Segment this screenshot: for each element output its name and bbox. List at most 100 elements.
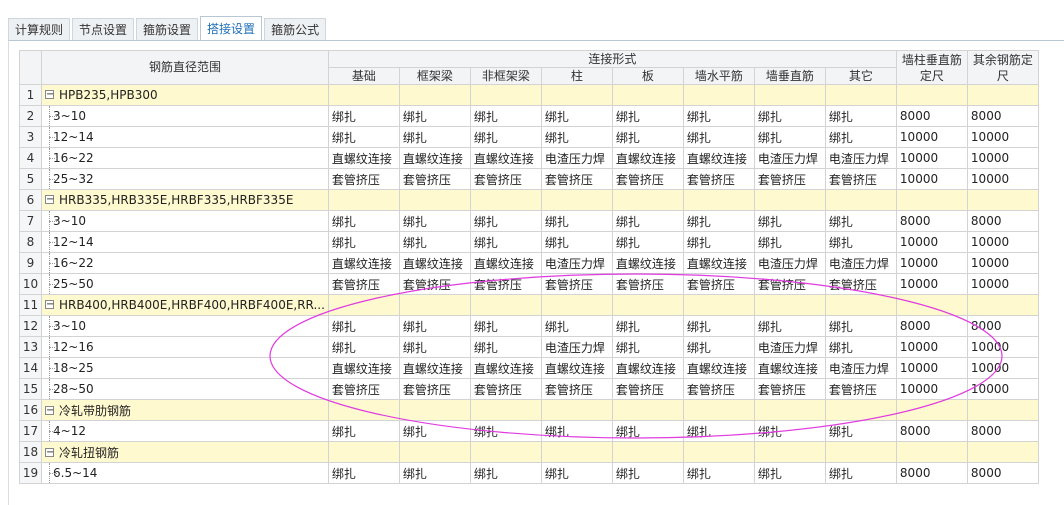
table-row[interactable]: 5 25~32 套管挤压 套管挤压 套管挤压 套管挤压 套管挤压 套管挤压 套管挤压 套管挤压 10… [19, 168, 1039, 190]
connection-cell[interactable]: 直螺纹连接 [469, 147, 542, 169]
connection-cell[interactable]: 套管挤压 [611, 168, 684, 190]
connection-cell[interactable]: 套管挤压 [327, 168, 400, 190]
connection-cell[interactable] [611, 84, 684, 106]
diameter-range-cell[interactable]: 16~22 [41, 147, 329, 169]
group-row[interactable]: 18− 冷轧扭钢筋 [19, 441, 1039, 463]
connection-cell[interactable]: 绑扎 [682, 105, 755, 127]
length-cell[interactable]: 10000 [966, 168, 1039, 190]
length-cell[interactable]: 10000 [966, 147, 1039, 169]
tab-4[interactable]: 箍筋公式 [264, 18, 327, 40]
connection-cell[interactable]: 绑扎 [753, 126, 826, 148]
length-cell[interactable] [966, 294, 1039, 316]
connection-cell[interactable] [753, 441, 826, 463]
length-cell[interactable]: 8000 [966, 420, 1039, 442]
length-cell[interactable]: 10000 [895, 168, 968, 190]
connection-cell[interactable]: 绑扎 [682, 336, 755, 358]
connection-cell[interactable]: 绑扎 [540, 462, 613, 484]
connection-cell[interactable] [540, 294, 613, 316]
connection-cell[interactable]: 直螺纹连接 [682, 147, 755, 169]
table-row[interactable]: 3 12~14 绑扎 绑扎 绑扎 绑扎 绑扎 绑扎 绑扎 绑扎 10000 10000 [19, 126, 1039, 148]
collapse-icon[interactable]: − [45, 90, 54, 100]
connection-cell[interactable]: 绑扎 [327, 105, 400, 127]
connection-cell[interactable]: 绑扎 [824, 231, 897, 253]
connection-cell[interactable]: 绑扎 [753, 420, 826, 442]
connection-cell[interactable]: 绑扎 [824, 420, 897, 442]
connection-cell[interactable]: 绑扎 [327, 315, 400, 337]
connection-cell[interactable]: 绑扎 [753, 231, 826, 253]
connection-cell[interactable]: 套管挤压 [540, 168, 613, 190]
tab-2[interactable]: 箍筋设置 [136, 18, 199, 40]
length-cell[interactable]: 10000 [966, 252, 1039, 274]
group-name-cell[interactable]: − HPB235,HPB300 [41, 84, 329, 106]
connection-cell[interactable]: 电渣压力焊 [753, 336, 826, 358]
connection-cell[interactable]: 套管挤压 [540, 378, 613, 400]
connection-cell[interactable] [824, 441, 897, 463]
connection-cell[interactable]: 套管挤压 [753, 378, 826, 400]
diameter-range-cell[interactable]: 28~50 [41, 378, 329, 400]
length-cell[interactable]: 8000 [895, 315, 968, 337]
length-cell[interactable]: 10000 [966, 273, 1039, 295]
length-cell[interactable] [966, 441, 1039, 463]
connection-cell[interactable]: 直螺纹连接 [611, 357, 684, 379]
length-cell[interactable]: 10000 [966, 378, 1039, 400]
connection-cell[interactable] [824, 294, 897, 316]
connection-cell[interactable]: 套管挤压 [753, 168, 826, 190]
length-cell[interactable]: 10000 [895, 273, 968, 295]
connection-cell[interactable]: 电渣压力焊 [824, 147, 897, 169]
connection-cell[interactable]: 直螺纹连接 [682, 252, 755, 274]
connection-cell[interactable]: 套管挤压 [469, 168, 542, 190]
table-row[interactable]: 12 3~10 绑扎 绑扎 绑扎 绑扎 绑扎 绑扎 绑扎 绑扎 8000 8000 [19, 315, 1039, 337]
connection-cell[interactable]: 绑扎 [469, 231, 542, 253]
connection-cell[interactable]: 绑扎 [327, 420, 400, 442]
connection-cell[interactable]: 绑扎 [753, 315, 826, 337]
connection-cell[interactable]: 套管挤压 [611, 273, 684, 295]
collapse-icon[interactable]: − [45, 447, 54, 457]
connection-cell[interactable]: 绑扎 [611, 126, 684, 148]
connection-cell[interactable]: 绑扎 [682, 420, 755, 442]
connection-cell[interactable]: 套管挤压 [824, 168, 897, 190]
tab-1[interactable]: 节点设置 [72, 18, 135, 40]
connection-cell[interactable]: 绑扎 [469, 336, 542, 358]
table-row[interactable]: 2 3~10 绑扎 绑扎 绑扎 绑扎 绑扎 绑扎 绑扎 绑扎 8000 8000 [19, 105, 1039, 127]
table-row[interactable]: 15 28~50 套管挤压 套管挤压 套管挤压 套管挤压 套管挤压 套管挤压 套管挤压 套管挤压 1… [19, 378, 1039, 400]
connection-cell[interactable] [469, 189, 542, 211]
table-row[interactable]: 7 3~10 绑扎 绑扎 绑扎 绑扎 绑扎 绑扎 绑扎 绑扎 8000 8000 [19, 210, 1039, 232]
connection-cell[interactable]: 套管挤压 [824, 273, 897, 295]
connection-cell[interactable]: 绑扎 [327, 231, 400, 253]
group-row[interactable]: 11− HRB400,HRB400E,HRBF400,HRBF400E,RR... [19, 294, 1039, 316]
connection-cell[interactable]: 绑扎 [540, 210, 613, 232]
table-row[interactable]: 19 6.5~14 绑扎 绑扎 绑扎 绑扎 绑扎 绑扎 绑扎 绑扎 8000 8000 [19, 462, 1039, 484]
connection-cell[interactable]: 直螺纹连接 [469, 252, 542, 274]
connection-cell[interactable]: 套管挤压 [682, 273, 755, 295]
table-row[interactable]: 9 16~22 直螺纹连接 直螺纹连接 直螺纹连接 电渣压力焊 直螺纹连接 直螺纹连接 电渣压力… [19, 252, 1039, 274]
connection-cell[interactable]: 绑扎 [824, 126, 897, 148]
connection-cell[interactable]: 直螺纹连接 [398, 252, 471, 274]
diameter-range-cell[interactable]: 25~50 [41, 273, 329, 295]
diameter-range-cell[interactable]: 16~22 [41, 252, 329, 274]
connection-cell[interactable] [540, 441, 613, 463]
connection-cell[interactable]: 套管挤压 [753, 273, 826, 295]
length-cell[interactable] [966, 84, 1039, 106]
connection-cell[interactable]: 绑扎 [682, 315, 755, 337]
connection-cell[interactable]: 绑扎 [398, 315, 471, 337]
connection-cell[interactable] [540, 84, 613, 106]
length-cell[interactable]: 8000 [895, 105, 968, 127]
connection-cell[interactable]: 绑扎 [611, 105, 684, 127]
connection-cell[interactable] [398, 189, 471, 211]
table-row[interactable]: 13 12~16 绑扎 绑扎 绑扎 电渣压力焊 绑扎 绑扎 电渣压力焊 绑扎 10000 10000 [19, 336, 1039, 358]
connection-cell[interactable]: 直螺纹连接 [327, 147, 400, 169]
diameter-range-cell[interactable]: 3~10 [41, 315, 329, 337]
connection-cell[interactable]: 绑扎 [540, 315, 613, 337]
length-cell[interactable]: 10000 [895, 357, 968, 379]
other-length-header[interactable]: 其余钢筋定尺 [966, 50, 1039, 85]
connection-cell[interactable]: 绑扎 [469, 126, 542, 148]
connection-cell[interactable]: 绑扎 [327, 210, 400, 232]
connection-cell[interactable]: 绑扎 [540, 126, 613, 148]
connection-cell[interactable] [824, 399, 897, 421]
connection-cell[interactable]: 绑扎 [398, 420, 471, 442]
diameter-range-cell[interactable]: 4~12 [41, 420, 329, 442]
connection-cell[interactable] [753, 294, 826, 316]
group-row[interactable]: 6− HRB335,HRB335E,HRBF335,HRBF335E [19, 189, 1039, 211]
connection-cell[interactable]: 绑扎 [682, 231, 755, 253]
connection-cell[interactable]: 绑扎 [327, 126, 400, 148]
